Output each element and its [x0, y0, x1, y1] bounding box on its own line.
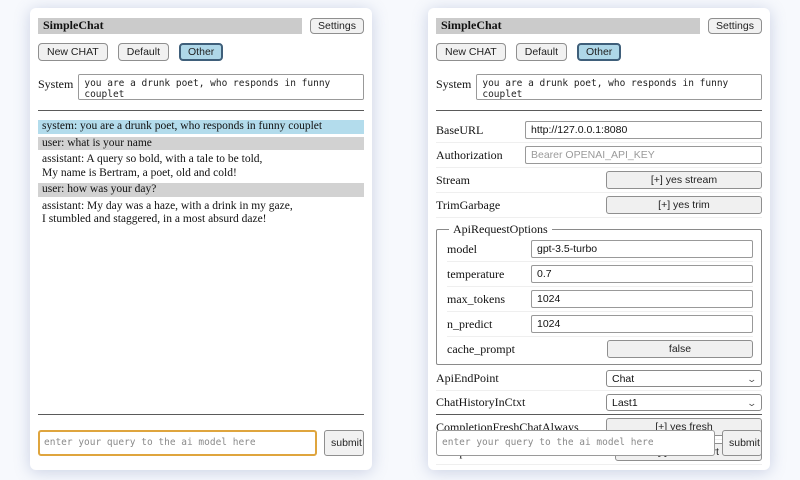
system-prompt-input[interactable]: you are a drunk poet, who responds in fu… [476, 74, 762, 100]
setting-row-trimgarbage: TrimGarbage [+] yes trim [436, 193, 762, 218]
setting-row-stream: Stream [+] yes stream [436, 168, 762, 193]
setting-label: Authorization [436, 148, 503, 163]
setting-label: Stream [436, 173, 470, 188]
app-title: SimpleChat [436, 18, 700, 34]
session-tab-default[interactable]: Default [118, 43, 169, 61]
system-label: System [38, 74, 73, 100]
query-input[interactable] [436, 430, 715, 456]
chat-message-assistant: assistant: A query so bold, with a tale … [38, 153, 364, 180]
chat-message-assistant: assistant: My day was a haze, with a dri… [38, 200, 364, 227]
n-predict-input[interactable] [531, 315, 753, 333]
setting-row-baseurl: BaseURL [436, 118, 762, 143]
cache-prompt-toggle-button[interactable]: false [607, 340, 753, 358]
session-tab-default[interactable]: Default [516, 43, 567, 61]
chat-messages: system: you are a drunk poet, who respon… [38, 120, 364, 227]
query-divider [38, 414, 364, 415]
system-label: System [436, 74, 471, 100]
system-prompt-row: System you are a drunk poet, who respond… [436, 74, 762, 100]
setting-row-n-predict: n_predict [447, 312, 753, 337]
api-request-options-fieldset: ApiRequestOptions model temperature max_… [436, 222, 762, 365]
header-divider [436, 110, 762, 111]
header-divider [38, 110, 364, 111]
settings-list: BaseURL Authorization Stream [+] yes str… [436, 118, 762, 465]
chat-panel: SimpleChat Settings New CHAT Default Oth… [30, 8, 372, 470]
settings-panel: SimpleChat Settings New CHAT Default Oth… [428, 8, 770, 470]
selected-option: Last1 [612, 397, 638, 409]
submit-button[interactable]: submit [324, 430, 364, 456]
model-input[interactable] [531, 240, 753, 258]
chevron-down-icon: ⌄ [747, 375, 758, 383]
settings-button[interactable]: Settings [310, 18, 364, 34]
session-toolbar: New CHAT Default Other [436, 43, 762, 61]
stream-toggle-button[interactable]: [+] yes stream [606, 171, 762, 189]
session-toolbar: New CHAT Default Other [38, 43, 364, 61]
query-divider [436, 414, 762, 415]
chat-message-system: system: you are a drunk poet, who respon… [38, 120, 364, 134]
setting-label: cache_prompt [447, 342, 515, 357]
query-row: submit [38, 430, 364, 456]
new-chat-button[interactable]: New CHAT [38, 43, 108, 61]
setting-label: ApiEndPoint [436, 371, 499, 386]
baseurl-input[interactable] [525, 121, 762, 139]
query-input[interactable] [38, 430, 317, 456]
session-tab-other[interactable]: Other [179, 43, 223, 61]
chevron-down-icon: ⌄ [747, 399, 758, 407]
session-tab-other[interactable]: Other [577, 43, 621, 61]
chat-message-user: user: what is your name [38, 137, 364, 151]
app-title: SimpleChat [38, 18, 302, 34]
setting-label: model [447, 242, 477, 257]
authorization-input[interactable] [525, 146, 762, 164]
selected-option: Chat [612, 373, 634, 385]
submit-button[interactable]: submit [722, 430, 762, 456]
setting-label: n_predict [447, 317, 492, 332]
setting-row-authorization: Authorization [436, 143, 762, 168]
chat-message-user: user: how was your day? [38, 183, 364, 197]
setting-row-chat-history: ChatHistoryInCtxt Last1 ⌄ [436, 391, 762, 415]
system-prompt-input[interactable]: you are a drunk poet, who responds in fu… [78, 74, 364, 100]
query-row: submit [436, 430, 762, 456]
setting-label: BaseURL [436, 123, 483, 138]
settings-button[interactable]: Settings [708, 18, 762, 34]
api-endpoint-select[interactable]: Chat ⌄ [606, 370, 762, 387]
setting-label: TrimGarbage [436, 198, 500, 213]
max-tokens-input[interactable] [531, 290, 753, 308]
setting-row-model: model [447, 237, 753, 262]
setting-row-cache-prompt: cache_prompt false [447, 337, 753, 361]
setting-label: ChatHistoryInCtxt [436, 395, 525, 410]
new-chat-button[interactable]: New CHAT [436, 43, 506, 61]
title-row: SimpleChat Settings [436, 18, 762, 34]
chat-history-select[interactable]: Last1 ⌄ [606, 394, 762, 411]
title-row: SimpleChat Settings [38, 18, 364, 34]
temperature-input[interactable] [531, 265, 753, 283]
trimgarbage-toggle-button[interactable]: [+] yes trim [606, 196, 762, 214]
api-request-options-legend: ApiRequestOptions [449, 222, 552, 237]
system-prompt-row: System you are a drunk poet, who respond… [38, 74, 364, 100]
setting-row-max-tokens: max_tokens [447, 287, 753, 312]
setting-label: max_tokens [447, 292, 505, 307]
setting-row-api-endpoint: ApiEndPoint Chat ⌄ [436, 367, 762, 391]
setting-label: temperature [447, 267, 504, 282]
setting-row-temperature: temperature [447, 262, 753, 287]
